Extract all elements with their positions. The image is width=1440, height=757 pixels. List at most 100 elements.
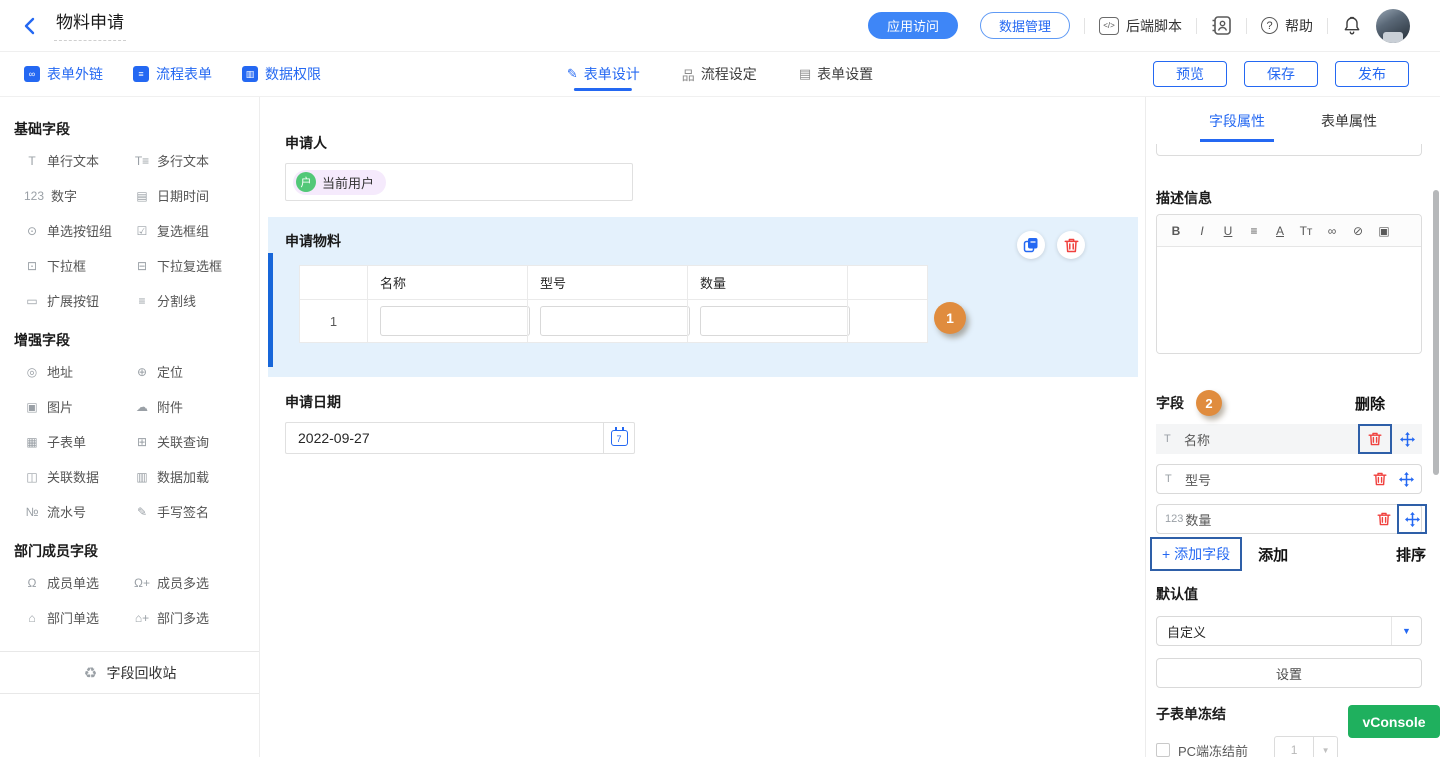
field-row-quantity[interactable]: 123 数量 xyxy=(1156,504,1422,534)
trash-icon xyxy=(1064,238,1079,253)
delete-column-button[interactable] xyxy=(1362,426,1388,452)
chevron-down-icon[interactable]: ▼ xyxy=(1314,736,1338,757)
sidebar-item-multiline-text[interactable]: T≡多行文本 xyxy=(132,143,253,178)
notification-bell-button[interactable] xyxy=(1342,15,1362,36)
delete-column-button[interactable] xyxy=(1371,506,1397,532)
tab-process-setting[interactable]: 品 流程设定 xyxy=(682,52,757,96)
field-title-input-clipped[interactable] xyxy=(1156,144,1422,156)
default-value-settings-button[interactable]: 设置 xyxy=(1156,658,1422,688)
quantity-cell-input[interactable] xyxy=(700,306,850,336)
bold-icon[interactable]: B xyxy=(1163,224,1189,238)
date-input[interactable]: 2022-09-27 xyxy=(285,422,603,454)
fields-section-header: 字段 2 删除 xyxy=(1156,390,1422,416)
topbar: 物料申请 应用访问 数据管理 </> 后端脚本 ? 帮助 xyxy=(0,0,1440,52)
link-icon[interactable]: ∞ xyxy=(1319,224,1345,238)
checkbox-icon: ☑ xyxy=(134,224,150,238)
people-icon: Ω+ xyxy=(134,576,150,590)
applicant-input[interactable]: 户 当前用户 xyxy=(285,163,633,201)
backend-script-button[interactable]: </> 后端脚本 xyxy=(1099,16,1182,36)
sidebar-item-select[interactable]: ⊡下拉框 xyxy=(22,248,132,283)
insert-image-icon[interactable]: ▣ xyxy=(1371,224,1397,238)
form-external-link-button[interactable]: ∞ 表单外链 xyxy=(24,64,103,84)
sidebar-item-datetime[interactable]: ▤日期时间 xyxy=(132,178,253,213)
sidebar-item-single-line-text[interactable]: T单行文本 xyxy=(22,143,132,178)
name-cell-input[interactable] xyxy=(380,306,530,336)
preview-button[interactable]: 预览 xyxy=(1153,61,1227,87)
back-button[interactable] xyxy=(16,13,42,39)
sidebar-item-image[interactable]: ▣图片 xyxy=(22,389,132,424)
field-row-model[interactable]: T 型号 xyxy=(1156,464,1422,494)
sidebar-item-address[interactable]: ◎地址 xyxy=(22,354,132,389)
sidebar-item-location[interactable]: ⊕定位 xyxy=(132,354,253,389)
sidebar-item-member-multi[interactable]: Ω+成员多选 xyxy=(132,565,253,600)
cloud-upload-icon: ☁ xyxy=(134,400,150,414)
sidebar-item-number[interactable]: 123数字 xyxy=(22,178,132,213)
data-permission-button[interactable]: ▥ 数据权限 xyxy=(242,64,321,84)
sidebar-item-member-single[interactable]: Ω成员单选 xyxy=(22,565,132,600)
item-label: 单选按钮组 xyxy=(47,221,112,240)
sidebar-item-data-load[interactable]: ▥数据加载 xyxy=(132,459,253,494)
freeze-count-value[interactable]: 1 xyxy=(1274,736,1314,757)
recycle-icon: ♻ xyxy=(83,664,99,682)
column-header-model: 型号 xyxy=(528,266,688,300)
contacts-button[interactable] xyxy=(1211,15,1232,36)
chevron-left-icon xyxy=(23,17,35,35)
model-cell-input[interactable] xyxy=(540,306,690,336)
chevron-down-icon: ▼ xyxy=(1391,617,1421,645)
help-label: 帮助 xyxy=(1285,16,1313,36)
sidebar-item-dept-multi[interactable]: ⌂+部门多选 xyxy=(132,600,253,635)
pc-freeze-checkbox[interactable] xyxy=(1156,743,1170,757)
avatar[interactable] xyxy=(1376,9,1410,43)
copy-field-button[interactable] xyxy=(1017,231,1045,259)
tab-form-design[interactable]: ✎ 表单设计 xyxy=(567,52,640,96)
panel-scrollbar[interactable] xyxy=(1433,190,1439,475)
move-column-handle[interactable] xyxy=(1394,426,1420,452)
delete-field-button[interactable] xyxy=(1057,231,1085,259)
field-row-name[interactable]: T 名称 xyxy=(1156,424,1422,454)
data-manage-button[interactable]: 数据管理 xyxy=(980,12,1070,39)
save-button[interactable]: 保存 xyxy=(1244,61,1318,87)
move-column-handle[interactable] xyxy=(1399,506,1425,532)
sidebar-item-divider[interactable]: ≡分割线 xyxy=(132,283,253,318)
sidebar-item-attachment[interactable]: ☁附件 xyxy=(132,389,253,424)
divider-icon: ≡ xyxy=(134,294,150,308)
sidebar-item-multi-select[interactable]: ⊟下拉复选框 xyxy=(132,248,253,283)
field-applicant[interactable]: 申请人 户 当前用户 xyxy=(285,133,1145,201)
default-value-select[interactable]: 自定义 ▼ xyxy=(1156,616,1422,646)
sidebar-item-radio-group[interactable]: ⊙单选按钮组 xyxy=(22,213,132,248)
date-picker-button[interactable]: 7 xyxy=(603,422,635,454)
tab-form-properties[interactable]: 表单属性 xyxy=(1321,97,1377,144)
sidebar-item-dept-single[interactable]: ⌂部门单选 xyxy=(22,600,132,635)
item-label: 下拉框 xyxy=(47,256,86,275)
subform-section-selected[interactable]: 申请物料 名称 型号 数量 1 xyxy=(268,217,1138,377)
sidebar-item-signature[interactable]: ✎手写签名 xyxy=(132,494,253,529)
field-apply-date[interactable]: 申请日期 2022-09-27 7 xyxy=(285,392,1145,454)
move-column-handle[interactable] xyxy=(1393,466,1419,492)
font-size-icon[interactable]: Tт xyxy=(1293,224,1319,238)
align-icon[interactable]: ≡ xyxy=(1241,224,1267,238)
sidebar-item-subform[interactable]: ▦子表单 xyxy=(22,424,132,459)
annotation-step-2-badge: 2 xyxy=(1196,390,1222,416)
field-recycle-bin-button[interactable]: ♻ 字段回收站 xyxy=(0,651,259,694)
app-access-button[interactable]: 应用访问 xyxy=(868,12,958,39)
item-label: 图片 xyxy=(47,397,73,416)
app-window: 物料申请 应用访问 数据管理 </> 后端脚本 ? 帮助 xyxy=(0,0,1440,757)
description-textarea[interactable] xyxy=(1157,247,1421,354)
sidebar-item-linked-data[interactable]: ◫关联数据 xyxy=(22,459,132,494)
underline-icon[interactable]: U xyxy=(1215,224,1241,238)
process-form-button[interactable]: ≡ 流程表单 xyxy=(133,64,212,84)
italic-icon[interactable]: I xyxy=(1189,224,1215,238)
sidebar-item-extend-button[interactable]: ▭扩展按钮 xyxy=(22,283,132,318)
delete-column-button[interactable] xyxy=(1367,466,1393,492)
sidebar-item-lookup-query[interactable]: ⊞关联查询 xyxy=(132,424,253,459)
font-color-icon[interactable]: A xyxy=(1267,224,1293,238)
tab-field-properties[interactable]: 字段属性 xyxy=(1209,97,1265,144)
add-field-button[interactable]: + 添加字段 xyxy=(1162,544,1230,564)
vconsole-button[interactable]: vConsole xyxy=(1348,705,1440,738)
unlink-icon[interactable]: ⊘ xyxy=(1345,224,1371,238)
help-button[interactable]: ? 帮助 xyxy=(1261,16,1313,36)
tab-form-setting[interactable]: ▤ 表单设置 xyxy=(799,52,873,96)
sidebar-item-checkbox-group[interactable]: ☑复选框组 xyxy=(132,213,253,248)
publish-button[interactable]: 发布 xyxy=(1335,61,1409,87)
sidebar-item-serial-number[interactable]: №流水号 xyxy=(22,494,132,529)
